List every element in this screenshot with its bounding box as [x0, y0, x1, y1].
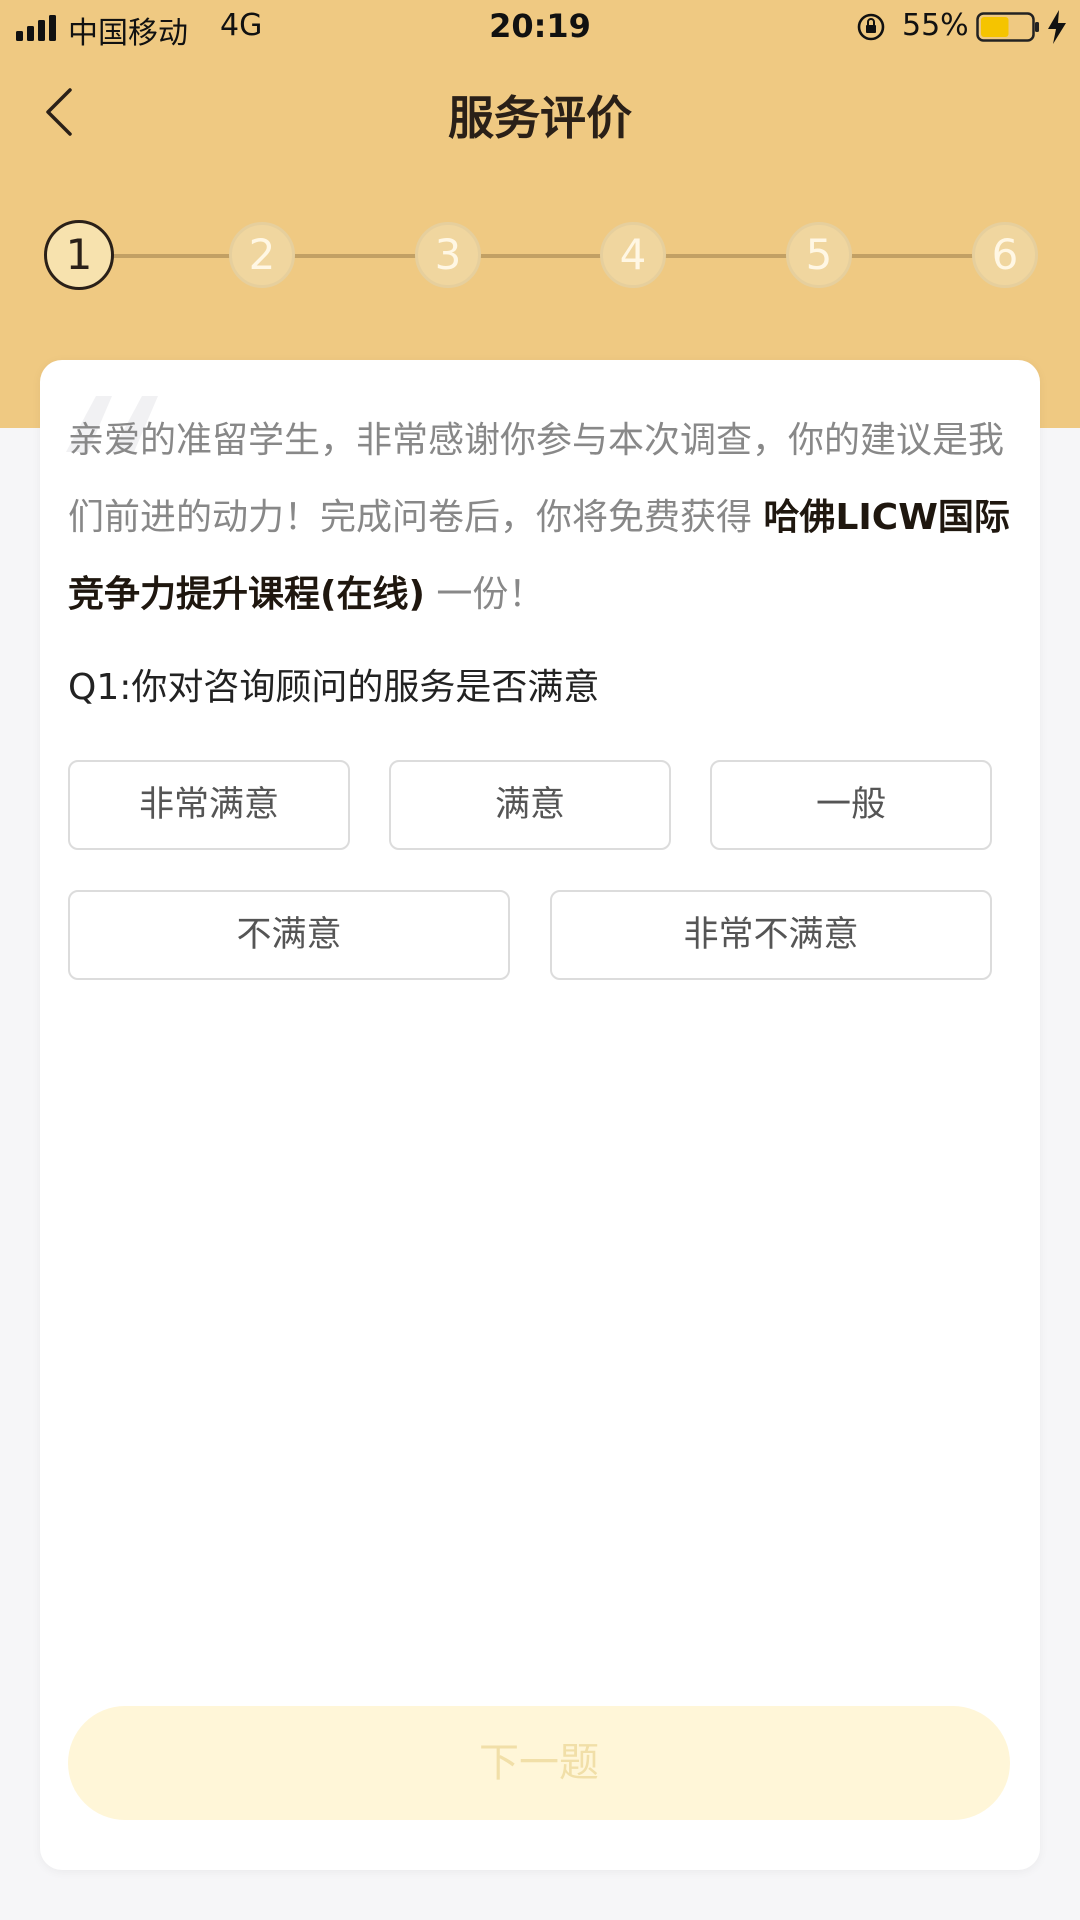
progress-steps: 1 2 3 4 5 6 [0, 218, 1080, 298]
intro-text: 亲爱的准留学生，非常感谢你参与本次调查，你的建议是我们前进的动力！完成问卷后，你… [68, 402, 1018, 633]
option-unsatisfied[interactable]: 不满意 [68, 890, 510, 980]
intro-text-after: 一份！ [424, 574, 545, 615]
step-2: 2 [229, 222, 295, 288]
status-bar: 中国移动 4G 20:19 55% [0, 0, 1080, 56]
rotation-lock-icon [857, 13, 885, 41]
battery-percent: 55% [902, 8, 969, 43]
step-3: 3 [415, 222, 481, 288]
option-very-satisfied[interactable]: 非常满意 [68, 760, 350, 850]
step-4: 4 [600, 222, 666, 288]
question-title: Q1:你对咨询顾问的服务是否满意 [68, 667, 600, 708]
charging-icon [1048, 10, 1066, 44]
step-5: 5 [786, 222, 852, 288]
next-question-button[interactable]: 下一题 [68, 1706, 1010, 1820]
option-very-unsatisfied[interactable]: 非常不满意 [550, 890, 992, 980]
option-neutral[interactable]: 一般 [710, 760, 992, 850]
navigation-bar: 服务评价 [0, 56, 1080, 166]
survey-card: 亲爱的准留学生，非常感谢你参与本次调查，你的建议是我们前进的动力！完成问卷后，你… [40, 360, 1040, 1870]
step-1: 1 [44, 220, 114, 290]
page-title: 服务评价 [448, 91, 632, 145]
option-satisfied[interactable]: 满意 [389, 760, 671, 850]
steps-connector-line [80, 254, 1004, 258]
battery-icon [976, 12, 1039, 42]
step-6: 6 [972, 222, 1038, 288]
